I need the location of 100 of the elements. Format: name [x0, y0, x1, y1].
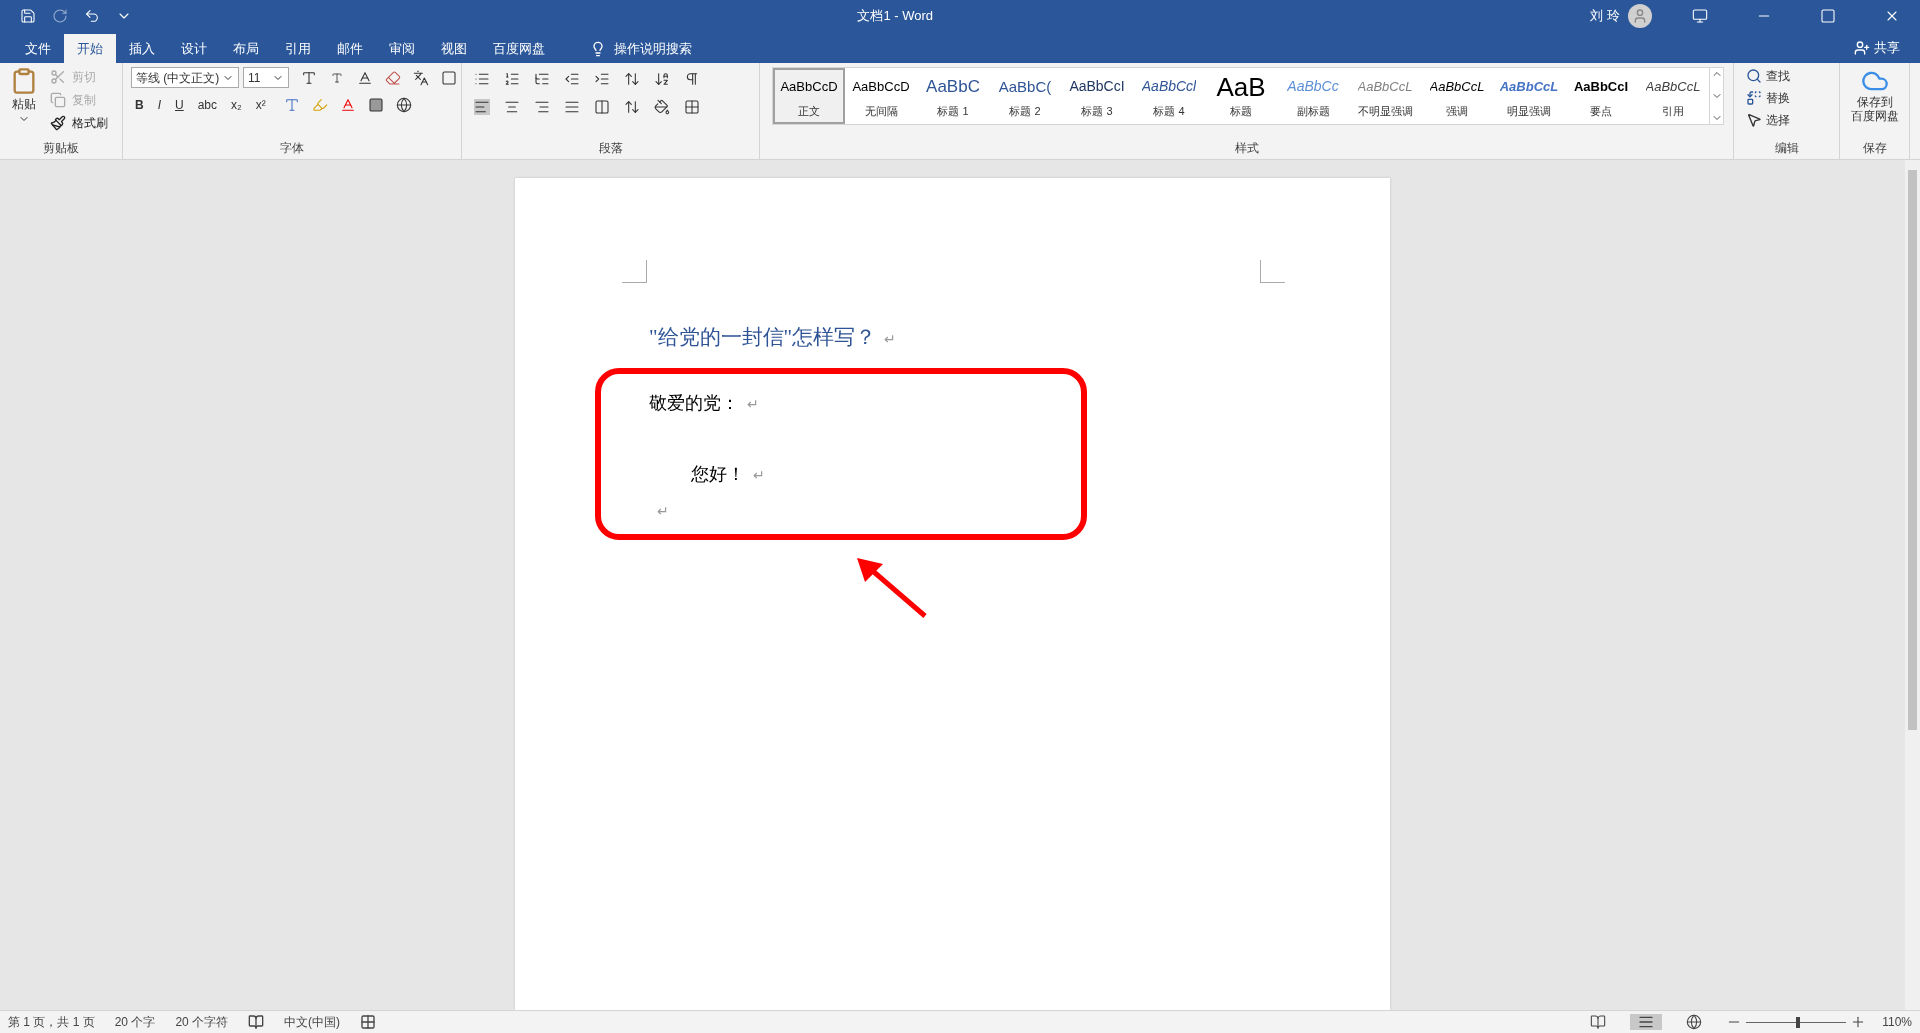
restore-icon[interactable] [1820, 8, 1836, 24]
font-color-icon[interactable] [339, 97, 356, 113]
text-effect-icon[interactable] [283, 97, 300, 113]
save-to-cloud-button[interactable]: 保存到 百度网盘 [1844, 67, 1905, 139]
group-label: 样式 [1234, 140, 1259, 157]
copy-icon [48, 90, 68, 110]
style-item[interactable]: AaBbC( 标题 2 [989, 68, 1061, 124]
group-label: 编辑 [1774, 140, 1799, 157]
char-shading-icon[interactable] [367, 97, 384, 113]
macro-icon[interactable] [360, 1014, 377, 1030]
phonetic-icon[interactable] [413, 69, 429, 86]
group-label: 剪贴板 [43, 140, 79, 157]
ribbon-display-icon[interactable] [1692, 8, 1708, 24]
proofing-icon[interactable] [248, 1014, 265, 1030]
style-item[interactable]: AaBbC 标题 1 [917, 68, 989, 124]
style-item[interactable]: AaBbCcL 强调 [1421, 68, 1493, 124]
shading-icon[interactable] [654, 99, 670, 115]
web-layout-icon[interactable] [1686, 1014, 1703, 1030]
document-text: 敬爱的党： [649, 392, 739, 413]
window-title: 文档1 - Word [856, 7, 934, 26]
ribbon-tab[interactable]: 视图 [428, 34, 480, 63]
align-center-icon[interactable] [504, 99, 520, 115]
zoom-level[interactable]: 110% [1882, 1013, 1912, 1031]
style-item[interactable]: AaB 标题 [1205, 68, 1277, 124]
paragraph-mark: ↵ [657, 502, 669, 519]
decrease-indent-icon[interactable] [564, 71, 580, 87]
format-button[interactable]: B [131, 96, 148, 114]
grow-font-icon[interactable] [301, 69, 317, 86]
ribbon-tab[interactable]: 引用 [272, 34, 324, 63]
justify-icon[interactable] [564, 99, 580, 115]
status-text[interactable]: 20 个字符 [175, 1013, 229, 1031]
char-border-icon[interactable] [441, 69, 457, 86]
bullets-icon[interactable] [474, 71, 490, 87]
editing-button[interactable]: 查找 [1746, 67, 1790, 85]
zoom-slider[interactable] [1746, 1016, 1847, 1028]
font-name-dropdown[interactable]: 等线 (中文正文) [131, 67, 239, 88]
scroll-thumb[interactable] [1908, 170, 1917, 730]
margin-corner-icon [1260, 260, 1285, 283]
ribbon-tab[interactable]: 开始 [64, 34, 116, 63]
paste-button[interactable]: 粘贴 [4, 67, 44, 139]
group-label: 字体 [280, 140, 304, 157]
clipboard-button[interactable]: 格式刷 [48, 113, 108, 133]
paragraph-mark: ↵ [753, 466, 765, 483]
ribbon-tab[interactable]: 文件 [12, 34, 64, 63]
read-mode-icon[interactable] [1590, 1014, 1607, 1030]
format-button[interactable]: x₂ [227, 96, 246, 114]
numbering-icon[interactable] [504, 71, 520, 87]
tell-me-search[interactable]: 操作说明搜索 [582, 34, 700, 63]
status-text[interactable]: 第 1 页，共 1 页 [8, 1013, 95, 1031]
style-item[interactable]: AaBbCcl 标题 4 [1133, 68, 1205, 124]
ribbon-tab[interactable]: 布局 [220, 34, 272, 63]
style-item[interactable]: AaBbCcL 不明显强调 [1349, 68, 1421, 124]
ribbon-tab[interactable]: 百度网盘 [480, 34, 558, 63]
format-button[interactable]: U [171, 96, 188, 114]
format-button[interactable]: abc [193, 96, 222, 114]
ribbon-tab[interactable]: 插入 [116, 34, 168, 63]
font-size-dropdown[interactable]: 11 [243, 67, 289, 88]
align-left-icon[interactable] [474, 99, 490, 115]
status-text[interactable]: 20 个字 [114, 1013, 156, 1031]
language-status[interactable]: 中文(中国) [284, 1013, 341, 1031]
paragraph-mark: ↵ [884, 332, 897, 347]
style-item[interactable]: AaBbCcL 明显强调 [1493, 68, 1565, 124]
style-item[interactable]: AaBbCcI 要点 [1565, 68, 1637, 124]
save-icon[interactable] [20, 8, 36, 24]
format-button[interactable]: x² [251, 96, 270, 114]
paintbrush-icon [48, 113, 68, 133]
line-spacing-icon[interactable] [624, 99, 640, 115]
search-icon [1746, 68, 1762, 84]
borders-icon[interactable] [684, 99, 700, 115]
ribbon-tab[interactable]: 设计 [168, 34, 220, 63]
style-item[interactable]: AaBbCcD 正文 [773, 68, 845, 124]
editing-button[interactable]: 替换 [1746, 89, 1790, 107]
ribbon-tab[interactable]: 邮件 [324, 34, 376, 63]
align-right-icon[interactable] [534, 99, 550, 115]
document-text: 您好！ [691, 463, 745, 484]
share-button[interactable]: 共享 [1854, 33, 1900, 62]
ribbon-tab[interactable]: 审阅 [376, 34, 428, 63]
style-item[interactable]: AaBbCcD 无间隔 [845, 68, 917, 124]
multilevel-list-icon[interactable] [534, 71, 550, 87]
show-marks-icon[interactable] [684, 71, 700, 87]
increase-indent-icon[interactable] [594, 71, 610, 87]
style-item[interactable]: AaBbCc 副标题 [1277, 68, 1349, 124]
print-layout-button[interactable] [1630, 1014, 1663, 1030]
replace-icon [1746, 90, 1762, 106]
lightbulb-icon [590, 40, 606, 57]
group-label: 保存 [1862, 140, 1887, 157]
format-button[interactable]: I [153, 96, 165, 114]
style-item[interactable]: AaBbCcL 引用 [1637, 68, 1709, 124]
undo-icon[interactable] [84, 8, 100, 24]
sort-icon[interactable] [654, 71, 670, 87]
clear-format-icon[interactable] [385, 69, 401, 86]
zoom-thumb[interactable] [1796, 1016, 1801, 1028]
avatar-icon[interactable] [1628, 4, 1652, 28]
distributed-icon[interactable] [594, 99, 610, 115]
editing-button[interactable]: 选择 [1746, 111, 1790, 129]
page-icon [1638, 1014, 1655, 1030]
change-case-icon[interactable] [357, 69, 373, 86]
text-direction-icon[interactable] [624, 71, 640, 87]
person-plus-icon [1854, 39, 1870, 56]
style-item[interactable]: AaBbCcI 标题 3 [1061, 68, 1133, 124]
